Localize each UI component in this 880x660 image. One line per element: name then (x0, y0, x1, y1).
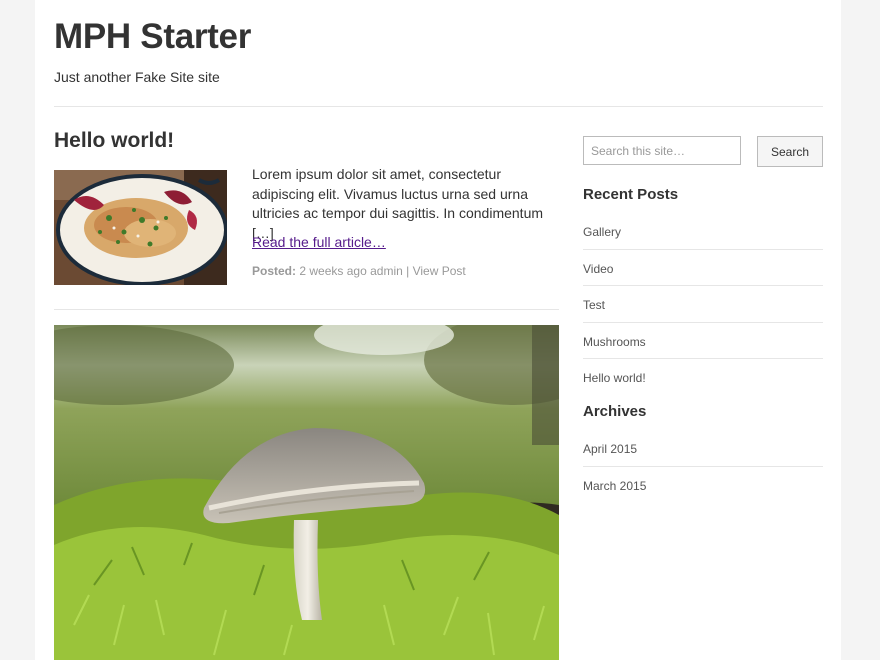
mushroom-image (54, 325, 559, 660)
list-item: Hello world! (583, 359, 823, 396)
post-meta-label: Posted: (252, 264, 297, 278)
list-item: March 2015 (583, 467, 823, 504)
post-time: 2 weeks ago (299, 264, 367, 278)
featured-image[interactable] (54, 325, 559, 660)
read-more-link[interactable]: Read the full article… (252, 234, 386, 250)
site-title[interactable]: MPH Starter (54, 17, 251, 57)
header-divider (54, 106, 823, 107)
recent-posts-list: Gallery Video Test Mushrooms Hello world… (583, 213, 823, 396)
recent-post-link-mushrooms[interactable]: Mushrooms (583, 335, 646, 349)
search-input[interactable] (583, 136, 741, 165)
meta-separator: | (406, 264, 410, 278)
list-item: Gallery (583, 213, 823, 250)
site-description: Just another Fake Site site (54, 69, 220, 85)
archives-title: Archives (583, 403, 647, 420)
list-item: Mushrooms (583, 323, 823, 359)
archive-link-march-2015[interactable]: March 2015 (583, 479, 646, 493)
page-container: MPH Starter Just another Fake Site site … (35, 0, 841, 660)
post-title[interactable]: Hello world! (54, 129, 174, 153)
view-post-link[interactable]: View Post (413, 264, 466, 278)
post-divider (54, 309, 559, 310)
recent-post-link-video[interactable]: Video (583, 262, 613, 276)
recent-post-link-hello-world[interactable]: Hello world! (583, 371, 646, 385)
post-meta: Posted: 2 weeks ago admin | View Post (252, 264, 466, 278)
list-item: Video (583, 250, 823, 286)
author-link[interactable]: admin (370, 264, 403, 278)
list-item: April 2015 (583, 430, 823, 467)
post-excerpt: Lorem ipsum dolor sit amet, consectetur … (252, 166, 544, 241)
recent-posts-title: Recent Posts (583, 186, 679, 203)
list-item: Test (583, 286, 823, 323)
food-plate-image (54, 170, 227, 285)
post-thumbnail[interactable] (54, 170, 227, 285)
recent-post-link-test[interactable]: Test (583, 298, 605, 312)
recent-post-link-gallery[interactable]: Gallery (583, 225, 621, 239)
archives-list: April 2015 March 2015 (583, 430, 823, 503)
archive-link-april-2015[interactable]: April 2015 (583, 442, 637, 456)
search-button[interactable]: Search (757, 136, 823, 167)
